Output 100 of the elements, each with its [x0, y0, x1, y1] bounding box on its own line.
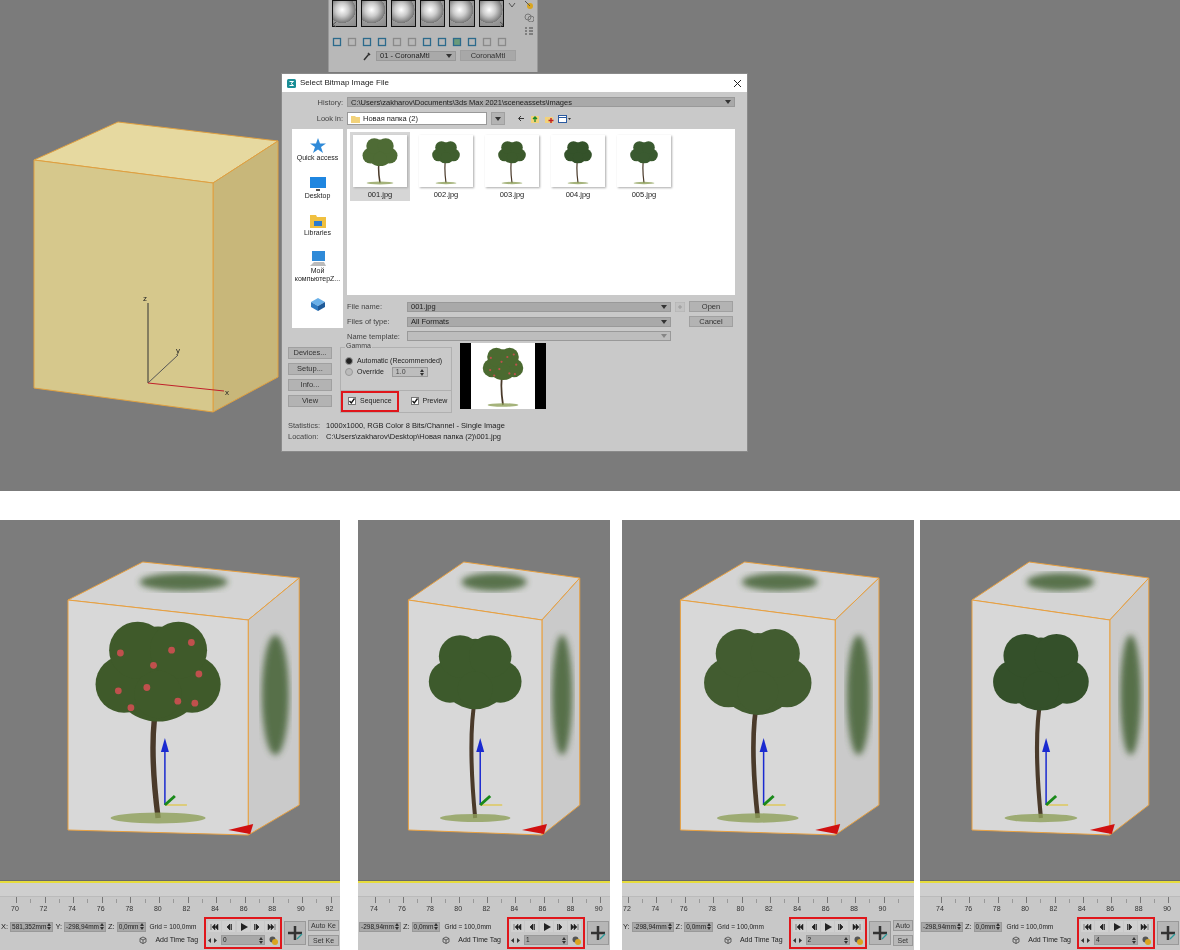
caret-icon[interactable]	[495, 116, 501, 121]
key-plus-icon	[871, 925, 888, 941]
time-config-icon[interactable]	[1081, 936, 1090, 944]
spinner-icon[interactable]	[562, 936, 566, 944]
star-icon	[308, 137, 327, 154]
spinner-icon[interactable]	[996, 923, 1001, 931]
play-icon	[823, 922, 833, 931]
key-mode-icon[interactable]	[853, 935, 863, 945]
play-icon	[238, 922, 248, 931]
spinner-icon[interactable]	[667, 923, 672, 931]
material-sample-slot[interactable]	[449, 0, 475, 27]
previous-frame-icon	[224, 922, 234, 931]
go-to-start-button[interactable]	[1081, 921, 1094, 932]
set-key-button[interactable]	[1157, 921, 1179, 945]
cube-icon[interactable]	[723, 936, 732, 944]
spinner-icon[interactable]	[707, 923, 712, 931]
spinner-icon[interactable]	[434, 923, 439, 931]
set-key-button[interactable]	[284, 921, 307, 945]
material-sample-slot[interactable]	[478, 0, 504, 27]
previous-frame-button[interactable]	[222, 921, 236, 932]
play-icon	[541, 922, 551, 931]
play-icon	[1111, 922, 1121, 931]
go-to-end-button[interactable]	[265, 921, 279, 932]
spinner-icon[interactable]	[956, 923, 961, 931]
key-mode-icon[interactable]	[572, 935, 581, 945]
go-to-end-button[interactable]	[849, 921, 863, 932]
go-to-end-icon	[570, 922, 579, 931]
app-icon	[287, 78, 296, 88]
next-frame-button[interactable]	[835, 921, 849, 932]
spinner-icon[interactable]	[419, 368, 424, 376]
dropdown-button[interactable]	[491, 112, 505, 125]
go-to-end-button[interactable]	[568, 921, 581, 932]
eyedropper-icon[interactable]	[362, 50, 372, 61]
key-plus-icon	[590, 925, 606, 941]
play-button[interactable]	[539, 921, 553, 932]
view-menu-icon[interactable]	[558, 113, 571, 124]
go-to-end-icon	[1140, 922, 1149, 931]
radio-button[interactable]	[345, 368, 353, 377]
tree-thumbnail	[485, 135, 539, 187]
next-frame-button[interactable]	[1123, 921, 1137, 932]
go-to-start-icon	[1083, 922, 1092, 931]
tree-thumbnail	[551, 135, 605, 187]
next-frame-icon	[1125, 922, 1135, 931]
network-icon	[308, 295, 327, 313]
spinner-icon[interactable]	[1132, 936, 1136, 944]
play-button[interactable]	[821, 921, 835, 932]
key-plus-icon	[287, 925, 304, 941]
set-key-button[interactable]	[868, 921, 891, 945]
material-sample-slot[interactable]	[420, 0, 446, 27]
material-sample-slot[interactable]	[390, 0, 416, 27]
material-sample-slot[interactable]	[332, 0, 358, 27]
go-to-start-button[interactable]	[208, 921, 222, 932]
cube-icon[interactable]	[139, 936, 148, 944]
checkbox[interactable]	[348, 397, 356, 406]
go-to-end-icon	[267, 922, 277, 931]
cube-icon[interactable]	[1012, 936, 1021, 944]
go-to-start-icon	[513, 922, 522, 931]
spinner-icon[interactable]	[100, 923, 104, 931]
material-sample-slot[interactable]	[361, 0, 387, 27]
computer-icon	[308, 250, 327, 268]
spinner-icon[interactable]	[394, 923, 399, 931]
next-frame-button[interactable]	[553, 921, 567, 932]
checkbox[interactable]	[410, 397, 419, 406]
radio-button[interactable]	[345, 357, 353, 366]
spinner-icon[interactable]	[259, 936, 264, 944]
key-mode-icon[interactable]	[1142, 935, 1151, 945]
caret-icon[interactable]	[661, 304, 667, 309]
tree-thumbnail	[419, 135, 473, 187]
go-to-start-button[interactable]	[792, 921, 806, 932]
key-plus-icon	[1160, 925, 1176, 941]
monitor-icon	[308, 174, 327, 192]
next-frame-button[interactable]	[250, 921, 264, 932]
spinner-icon[interactable]	[843, 936, 848, 944]
go-to-start-icon	[210, 922, 220, 931]
caret-icon[interactable]	[661, 319, 667, 324]
play-button[interactable]	[236, 921, 250, 932]
key-mode-icon[interactable]	[269, 935, 279, 945]
previous-frame-button[interactable]	[806, 921, 820, 932]
caret-icon[interactable]	[725, 100, 731, 104]
close-icon[interactable]	[733, 78, 742, 88]
spinner-icon[interactable]	[139, 923, 144, 931]
go-to-end-button[interactable]	[1138, 921, 1151, 932]
play-button[interactable]	[1109, 921, 1123, 932]
previous-frame-button[interactable]	[1095, 921, 1109, 932]
folder-icon	[308, 212, 327, 230]
time-config-icon[interactable]	[792, 936, 802, 944]
spinner-icon[interactable]	[47, 923, 52, 931]
set-key-button[interactable]	[587, 921, 609, 945]
go-to-start-button[interactable]	[511, 921, 524, 932]
magic-wand-icon[interactable]	[523, 0, 534, 9]
cube-icon[interactable]	[442, 936, 451, 944]
time-config-icon[interactable]	[208, 936, 218, 944]
back-arrow-icon[interactable]	[517, 114, 526, 123]
previous-frame-button[interactable]	[525, 921, 539, 932]
caret-icon[interactable]	[446, 53, 452, 58]
axis-label: y	[176, 346, 180, 355]
tree-thumbnail	[617, 135, 671, 187]
tree-thumbnail	[353, 135, 407, 187]
time-config-icon[interactable]	[511, 936, 520, 944]
folder-icon	[351, 114, 360, 123]
